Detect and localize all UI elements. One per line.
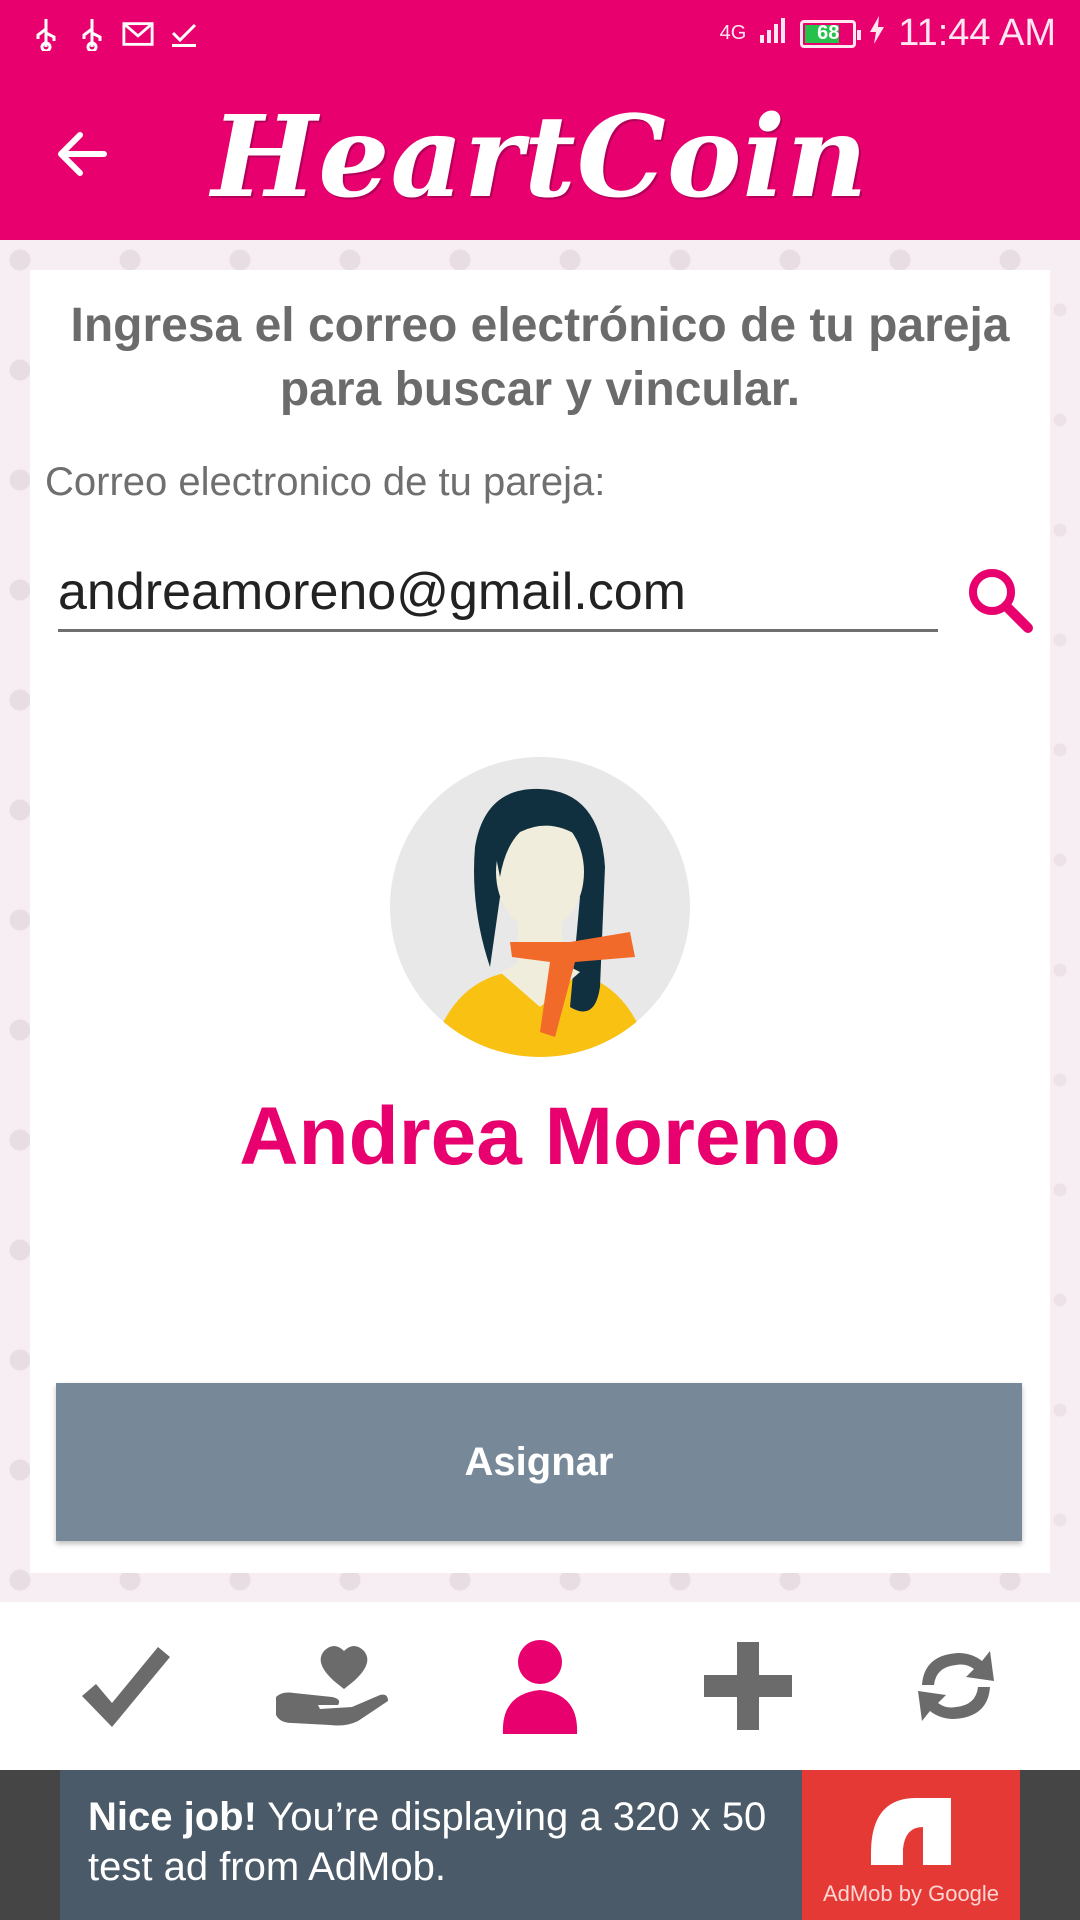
admob-icon <box>871 1798 951 1865</box>
system-status: 4G 68 11:44 AM <box>720 12 1056 55</box>
status-bar: 4G 68 11:44 AM <box>0 0 1080 72</box>
bottom-navigation <box>0 1602 1080 1770</box>
download-done-icon <box>168 16 200 52</box>
assign-button[interactable]: Asignar <box>56 1383 1022 1541</box>
plus-icon <box>704 1642 792 1730</box>
check-icon <box>82 1647 170 1727</box>
usb-icon <box>76 16 108 52</box>
nav-item-check[interactable] <box>64 1626 184 1746</box>
app-bar: HeartCoin <box>0 72 1080 240</box>
instruction-heading: Ingresa el correo electrónico de tu pare… <box>70 299 1010 416</box>
ad-area: Nice job! You’re displaying a 320 x 50 t… <box>0 1770 1080 1920</box>
notification-icons <box>30 16 200 52</box>
partner-name: Andrea Moreno <box>239 1091 841 1182</box>
person-icon <box>502 1640 578 1734</box>
nav-item-sync[interactable] <box>896 1626 1016 1746</box>
ad-banner[interactable]: Nice job! You’re displaying a 320 x 50 t… <box>60 1770 1020 1920</box>
battery-level: 68 <box>817 22 840 44</box>
admob-logo: AdMob by Google <box>802 1770 1020 1920</box>
signal-icon <box>758 12 788 55</box>
heart-hand-icon <box>276 1646 388 1726</box>
battery-icon: 68 <box>800 19 862 48</box>
refresh-icon <box>918 1651 994 1721</box>
usb-icon <box>30 16 62 52</box>
ad-brand: AdMob by Google <box>822 1881 1000 1906</box>
search-icon <box>969 569 1033 633</box>
nav-item-give-love[interactable] <box>272 1626 392 1746</box>
email-field-label: Correo electronico de tu pareja: <box>45 460 606 504</box>
ad-headline: Nice job! <box>88 1795 257 1839</box>
network-type: 4G <box>719 22 747 44</box>
clock: 11:44 AM <box>898 12 1056 54</box>
gmail-icon <box>122 16 154 52</box>
nav-item-partner[interactable] <box>480 1626 600 1746</box>
link-partner-card: Ingresa el correo electrónico de tu pare… <box>30 270 1050 1573</box>
ad-message: Nice job! You’re displaying a 320 x 50 t… <box>60 1770 802 1920</box>
partner-avatar <box>390 757 690 1057</box>
search-button[interactable] <box>960 560 1040 640</box>
charging-icon <box>868 12 886 55</box>
nav-item-add[interactable] <box>688 1626 808 1746</box>
partner-email-input[interactable] <box>58 560 938 632</box>
app-logo: HeartCoin <box>211 92 869 223</box>
